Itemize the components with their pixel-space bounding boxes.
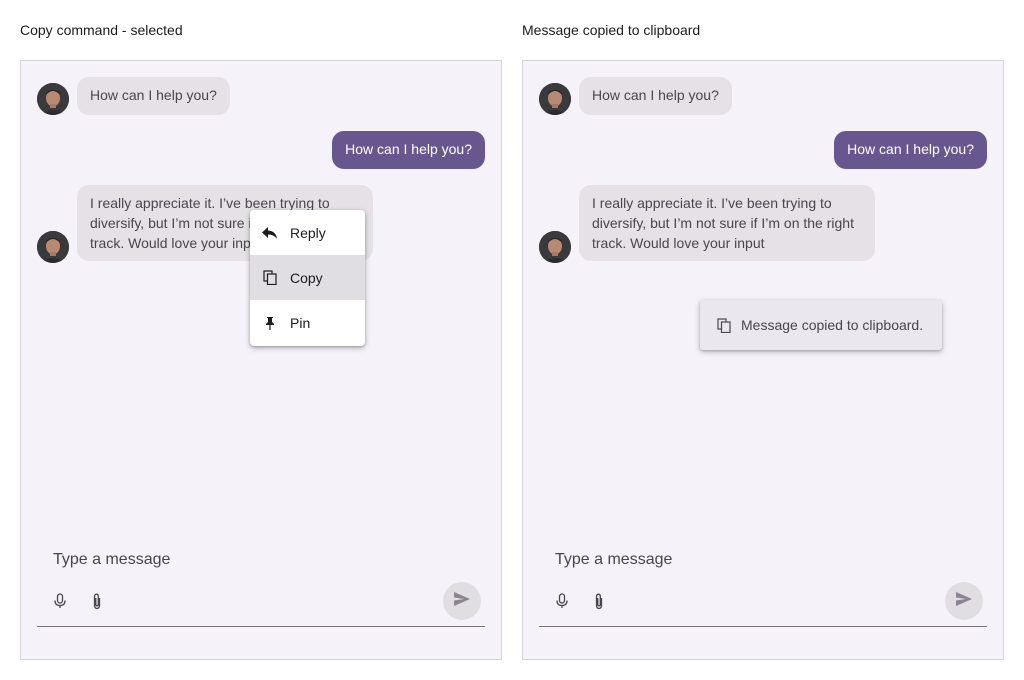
send-icon [956, 591, 972, 611]
copy-icon [262, 270, 278, 286]
send-button[interactable] [945, 582, 983, 620]
incoming-message-bubble[interactable]: How can I help you? [77, 77, 230, 115]
snackbar-text: Message copied to clipboard. [741, 317, 924, 333]
avatar [37, 231, 69, 263]
composer-underline [539, 626, 987, 627]
message-context-menu: Reply Copy Pin [250, 210, 365, 346]
composer-underline [37, 626, 485, 627]
mic-icon[interactable] [554, 591, 570, 611]
menu-item-label: Copy [290, 269, 323, 286]
menu-item-reply[interactable]: Reply [250, 210, 365, 255]
copy-icon [717, 317, 733, 333]
incoming-message-bubble[interactable]: I really appreciate it. I’ve been trying… [579, 185, 875, 261]
panel-caption-left: Copy command - selected [20, 22, 183, 38]
avatar [539, 231, 571, 263]
message-composer: Type a message [539, 543, 987, 643]
attach-icon[interactable] [591, 591, 607, 611]
send-icon [454, 591, 470, 611]
menu-item-pin[interactable]: Pin [250, 300, 365, 345]
snackbar-toast: Message copied to clipboard. [700, 300, 942, 350]
pin-icon [262, 315, 278, 331]
send-button[interactable] [443, 582, 481, 620]
outgoing-message-bubble[interactable]: How can I help you? [332, 131, 485, 169]
mic-icon[interactable] [52, 591, 68, 611]
menu-item-label: Pin [290, 314, 311, 331]
message-input[interactable]: Type a message [555, 551, 672, 569]
menu-item-label: Reply [290, 224, 326, 241]
attach-icon[interactable] [89, 591, 105, 611]
message-composer: Type a message [37, 543, 485, 643]
chat-panel-left: How can I help you? How can I help you? … [20, 60, 502, 660]
incoming-message-bubble[interactable]: How can I help you? [579, 77, 732, 115]
outgoing-message-bubble[interactable]: How can I help you? [834, 131, 987, 169]
menu-item-copy[interactable]: Copy [250, 255, 365, 300]
reply-icon [262, 225, 278, 241]
chat-panel-right: How can I help you? How can I help you? … [522, 60, 1004, 660]
panel-caption-right: Message copied to clipboard [522, 22, 701, 38]
message-input[interactable]: Type a message [53, 551, 170, 569]
avatar [37, 83, 69, 115]
avatar [539, 83, 571, 115]
